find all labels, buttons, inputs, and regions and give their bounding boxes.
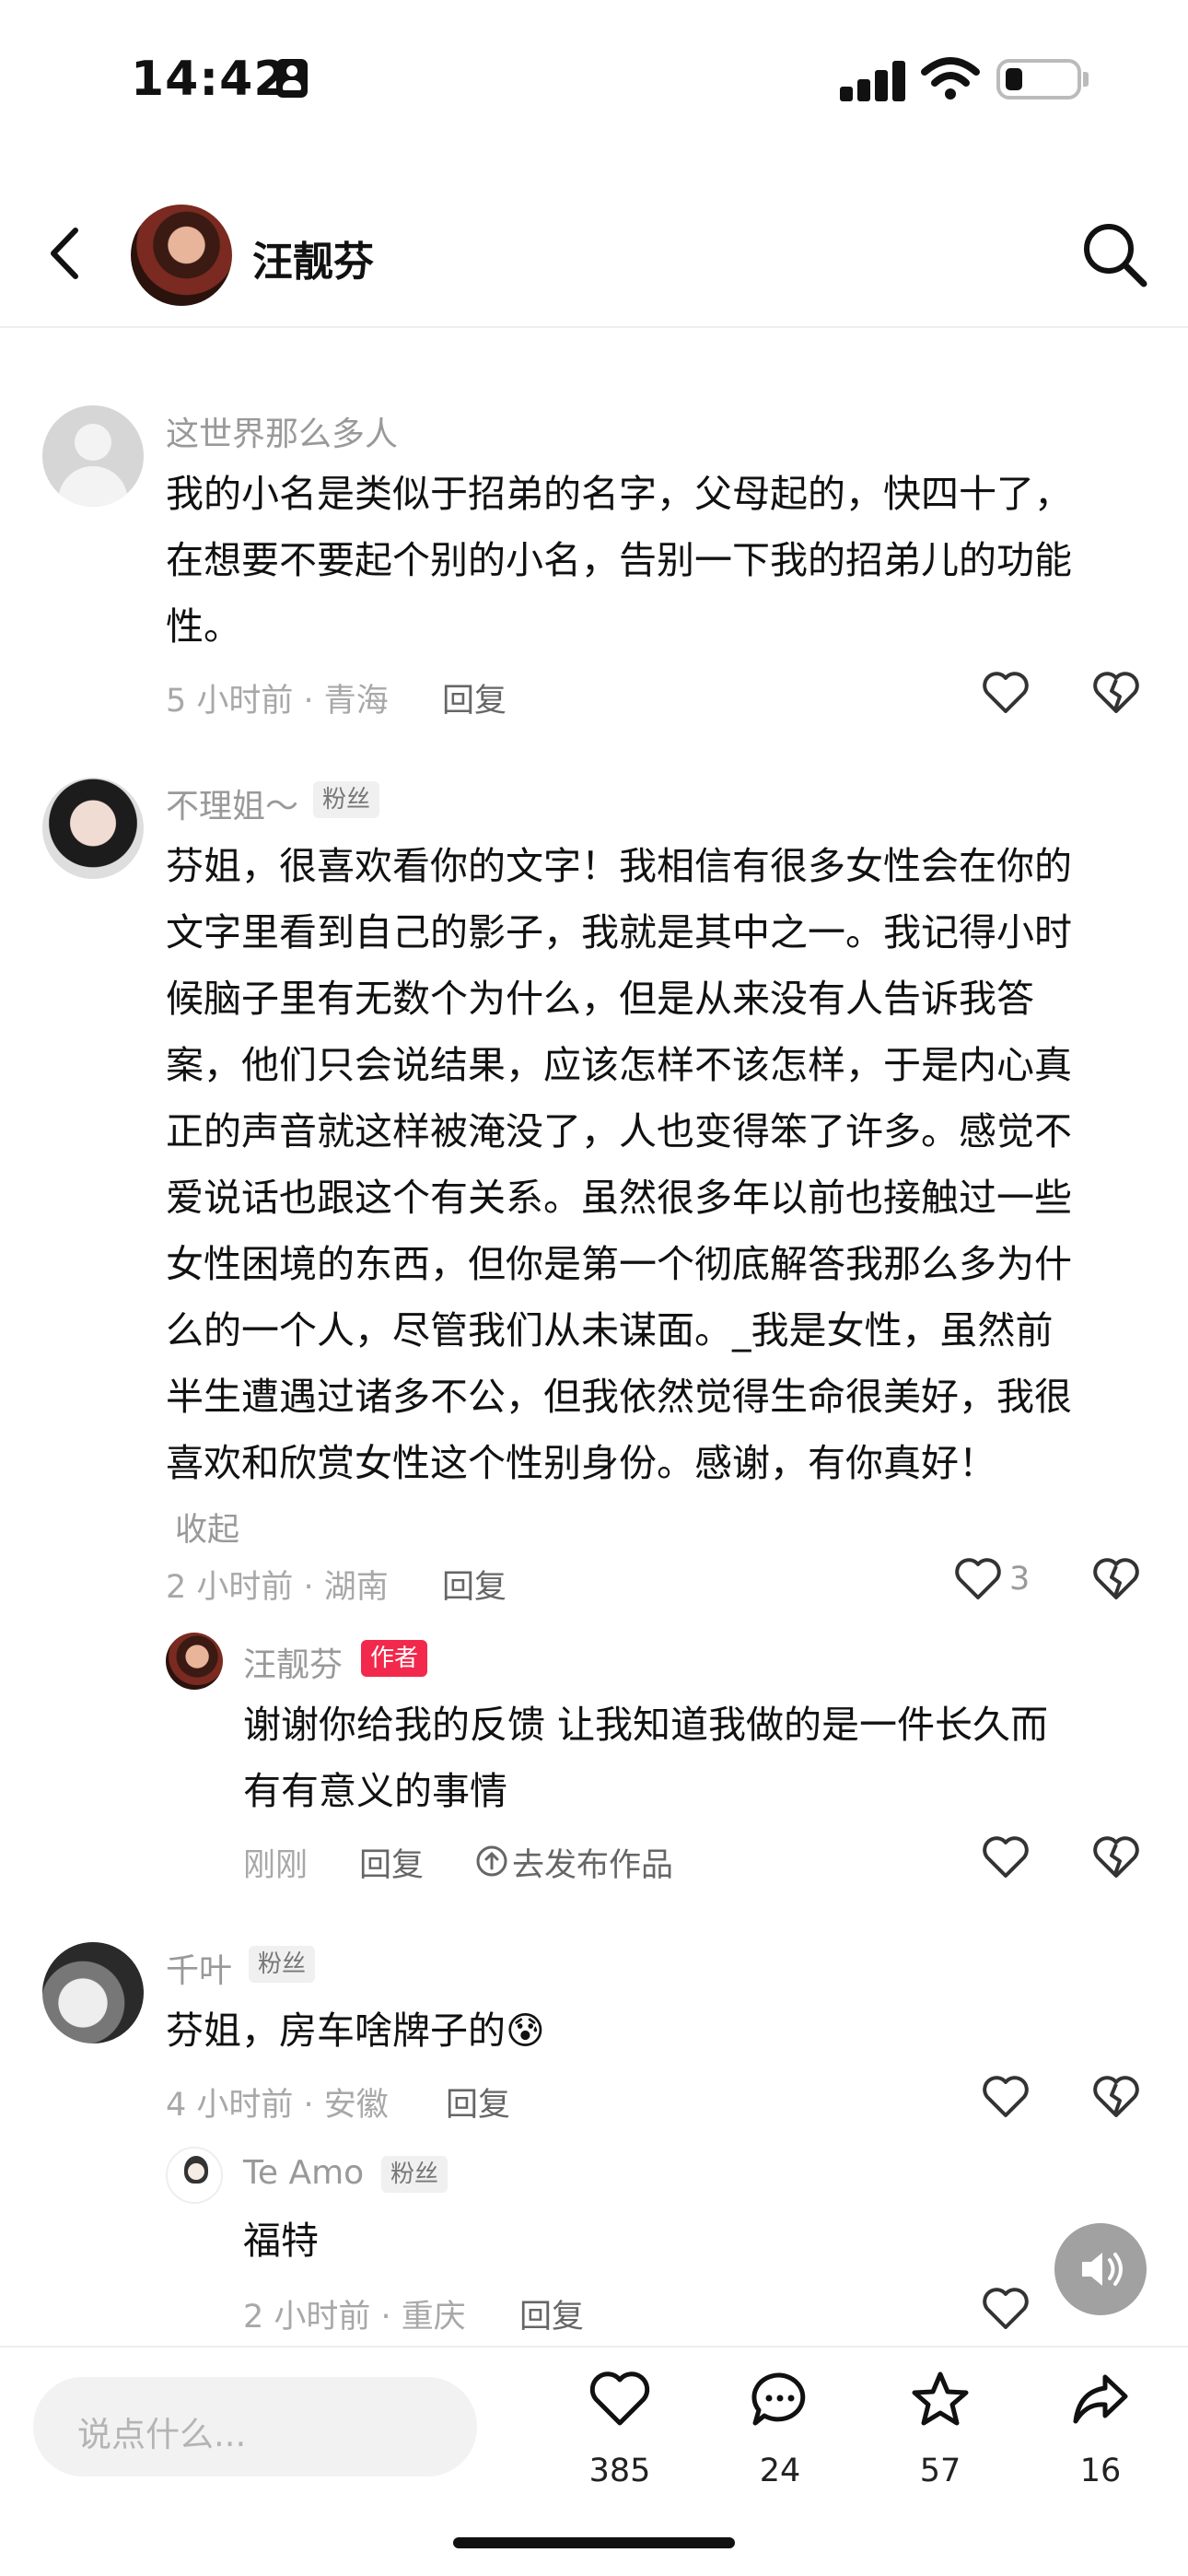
comment-input[interactable]: 说点什么... — [33, 2377, 477, 2476]
like-icon[interactable] — [954, 1557, 1002, 1601]
status-bar: 14:42 — [0, 0, 1188, 157]
reply-meta: 2 小时前 · 重庆 — [243, 2299, 466, 2336]
share-count: 16 — [1079, 2453, 1122, 2489]
like-icon[interactable] — [982, 671, 1030, 715]
page-title: 汪靓芬 — [252, 239, 374, 286]
comment-meta: 4 小时前 · 安徽 — [166, 2087, 389, 2124]
like-count: 385 — [588, 2453, 651, 2489]
comment-text-line: 女性困境的东西，但你是第一个彻底解答我那么多为什 — [166, 1242, 1072, 1286]
comment-text-line: 文字里看到自己的影子，我就是其中之一。我记得小时 — [166, 910, 1072, 954]
comment-text-line: 在想要不要起个别的小名，告别一下我的招弟儿的功能 — [166, 538, 1072, 582]
avatar[interactable] — [166, 1633, 223, 1690]
like-count: 3 — [1009, 1561, 1031, 1598]
comment-text-line: 芬姐，很喜欢看你的文字！我相信有很多女性会在你的 — [166, 844, 1072, 888]
like-button[interactable]: 385 — [569, 2368, 670, 2515]
contact-card-icon — [276, 59, 308, 98]
status-time: 14:42 — [131, 52, 288, 107]
reply-meta: 刚刚 — [243, 1847, 309, 1884]
comment-meta: 2 小时前 · 湖南 — [166, 1569, 389, 1606]
speaker-icon[interactable] — [1054, 2223, 1147, 2315]
battery-icon — [996, 59, 1081, 100]
reply-button[interactable]: 回复 — [446, 2078, 510, 2125]
favorite-button[interactable]: 57 — [890, 2368, 991, 2515]
reply-button[interactable]: 回复 — [519, 2290, 584, 2337]
comment-text-line: 喜欢和欣赏女性这个性别身份。感谢，有你真好！ — [166, 1441, 996, 1485]
author-avatar[interactable] — [131, 205, 232, 306]
avatar[interactable] — [42, 1942, 144, 2043]
comment-username[interactable]: 千叶 — [166, 1944, 232, 1992]
fan-badge: 粉丝 — [381, 2156, 448, 2193]
reply-username[interactable]: Te Amo — [243, 2154, 364, 2192]
dislike-icon[interactable] — [1092, 1835, 1140, 1879]
avatar[interactable] — [166, 2147, 223, 2204]
comment-count: 24 — [759, 2453, 801, 2489]
author-badge: 作者 — [361, 1640, 428, 1677]
dislike-icon[interactable] — [1092, 671, 1140, 715]
comment-text-line: 芬姐，房车啥牌子的😰 — [166, 2008, 545, 2053]
share-button[interactable]: 16 — [1050, 2368, 1151, 2515]
like-icon[interactable] — [982, 1835, 1030, 1879]
star-icon — [912, 2371, 969, 2426]
favorite-count: 57 — [919, 2453, 961, 2489]
home-indicator[interactable] — [453, 2537, 735, 2548]
battery-tip — [1083, 72, 1089, 87]
like-icon[interactable] — [982, 2075, 1030, 2119]
comment-username[interactable]: 这世界那么多人 — [166, 407, 398, 455]
fan-badge: 粉丝 — [313, 781, 380, 818]
reply-text-line: 有有意义的事情 — [243, 1769, 507, 1813]
comment-text-line: 我的小名是类似于招弟的名字，父母起的，快四十了， — [166, 472, 1072, 516]
header: 汪靓芬 — [0, 184, 1188, 328]
share-icon — [1073, 2374, 1128, 2424]
comment-text-line: 案，他们只会说结果，应该怎样不该怎样，于是内心真 — [166, 1043, 1072, 1087]
cellular-signal-icon — [840, 59, 906, 101]
reply-text-line: 谢谢你给我的反馈 让我知道我做的是一件长久而 — [243, 1703, 1049, 1747]
avatar[interactable] — [42, 778, 144, 879]
comment-input-placeholder: 说点什么... — [77, 2415, 247, 2454]
comment-button[interactable]: 24 — [729, 2368, 831, 2515]
comment-meta: 5 小时前 · 青海 — [166, 683, 389, 720]
avatar[interactable] — [42, 405, 144, 507]
comment-text-line: 爱说话也跟这个有关系。虽然很多年以前也接触过一些 — [166, 1176, 1072, 1220]
comment-text-line: 半生遭遇过诸多不公，但我依然觉得生命很美好，我很 — [166, 1375, 1072, 1419]
comment-username[interactable]: 不理姐～ — [166, 779, 298, 827]
reply-button[interactable]: 回复 — [359, 1839, 424, 1886]
reply-text-line: 福特 — [243, 2219, 319, 2263]
collapse-button[interactable]: 收起 — [175, 1504, 239, 1551]
dislike-icon[interactable] — [1092, 2075, 1140, 2119]
reply-username[interactable]: 汪靓芬 — [243, 1638, 343, 1686]
reply-button[interactable]: 回复 — [442, 1561, 507, 1608]
search-icon[interactable] — [1077, 217, 1151, 291]
upload-icon[interactable] — [475, 1844, 508, 1878]
like-icon[interactable] — [982, 2287, 1030, 2331]
fan-badge: 粉丝 — [249, 1946, 316, 1983]
wifi-icon — [921, 57, 980, 100]
comment-text-line: 正的声音就这样被淹没了，人也变得笨了许多。感觉不 — [166, 1109, 1072, 1153]
back-icon[interactable] — [42, 221, 88, 286]
like-icon — [589, 2371, 650, 2426]
dislike-icon[interactable] — [1092, 1557, 1140, 1601]
comment-icon — [751, 2372, 806, 2426]
comment-text-line: 么的一个人，尽管我们从未谋面。_我是女性，虽然前 — [166, 1308, 1054, 1352]
comment-text-line: 性。 — [166, 604, 241, 649]
reply-button[interactable]: 回复 — [442, 674, 507, 721]
publish-work-button[interactable]: 去发布作品 — [512, 1839, 673, 1886]
comment-text-line: 候脑子里有无数个为什么，但是从来没有人告诉我答 — [166, 977, 1034, 1021]
